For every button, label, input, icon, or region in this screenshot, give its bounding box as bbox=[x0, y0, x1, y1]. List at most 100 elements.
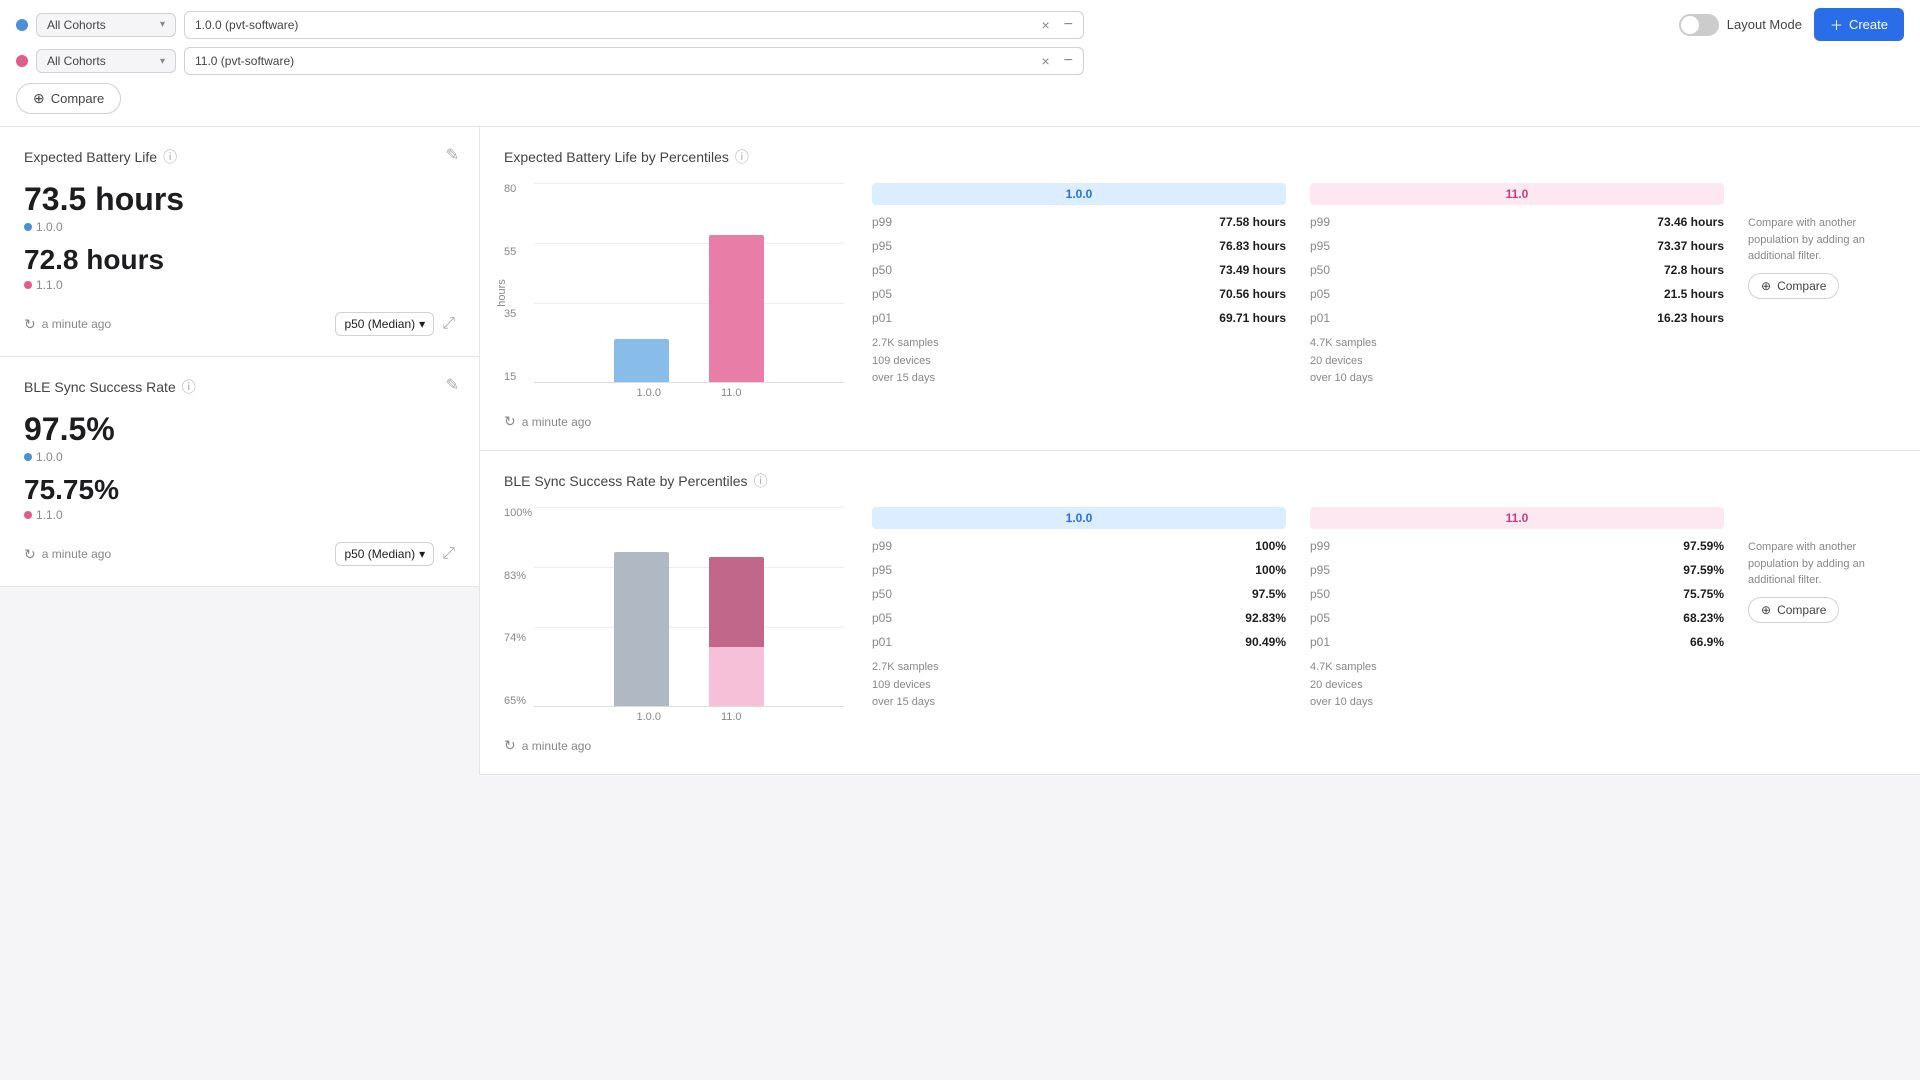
cohort2-arrow-icon: ▾ bbox=[160, 56, 165, 67]
battery-life-title: Expected Battery Life ⓘ bbox=[24, 147, 455, 167]
battery-life-value1: 73.5 hours bbox=[24, 181, 455, 218]
battery-stat-p99-1: p99 77.58 hours bbox=[872, 213, 1286, 231]
battery-compare-text: Compare with another population by addin… bbox=[1748, 215, 1884, 265]
battery-compare-section: Compare with another population by addin… bbox=[1736, 183, 1896, 403]
cohort2-remove-icon[interactable]: × bbox=[1041, 53, 1049, 69]
battery-compare-btn[interactable]: ⊕ Compare bbox=[1748, 273, 1839, 299]
battery-chart-info-icon[interactable]: ⓘ bbox=[735, 147, 749, 167]
ble-stat-meta-2: 4.7K samples 20 devices over 10 days bbox=[1310, 659, 1724, 712]
layout-mode-label: Layout Mode bbox=[1727, 17, 1802, 32]
battery-stat-p50-2: p50 72.8 hours bbox=[1310, 261, 1724, 279]
battery-percentile-select[interactable]: p50 (Median) ▾ bbox=[335, 312, 434, 336]
ble-stats-col-2: 11.0 p99 97.59% p95 97.59% p50 75.75% bbox=[1298, 507, 1736, 727]
cohort1-version-label: 1.0.0 (pvt-software) bbox=[195, 18, 298, 32]
battery-bar-chart: hours 80 55 35 15 bbox=[504, 183, 844, 403]
ble-chart-footer: ↻ a minute ago bbox=[504, 737, 1896, 754]
cohort1-dot bbox=[16, 19, 28, 31]
percentile-arrow-icon: ▾ bbox=[419, 317, 425, 331]
cohort1-collapse-icon[interactable]: − bbox=[1064, 16, 1073, 34]
battery-stat-p05-2: p05 21.5 hours bbox=[1310, 285, 1724, 303]
create-button[interactable]: ＋ Create bbox=[1814, 8, 1904, 41]
ble-bar-chart: 100% 83% 74% 65% bbox=[504, 507, 844, 727]
cohort2-select[interactable]: All Cohorts ▾ bbox=[36, 49, 176, 73]
ble-stat-p99-2: p99 97.59% bbox=[1310, 537, 1724, 555]
ble-stat-p95-1: p95 100% bbox=[872, 561, 1286, 579]
battery-x-labels: 1.0.0 11.0 bbox=[534, 387, 844, 399]
refresh-icon: ↻ bbox=[24, 316, 36, 333]
ble-stats-header-2: 11.0 bbox=[1310, 507, 1724, 529]
layout-mode-toggle[interactable] bbox=[1679, 14, 1719, 36]
ble-percentile-select[interactable]: p50 (Median) ▾ bbox=[335, 542, 434, 566]
battery-life-footer: ↻ a minute ago p50 (Median) ▾ ⤢ bbox=[24, 312, 455, 336]
cohort2-version-label: 11.0 (pvt-software) bbox=[195, 54, 294, 68]
ble-compare-text: Compare with another population by addin… bbox=[1748, 539, 1884, 589]
battery-life-edit-icon[interactable]: ✎ bbox=[446, 145, 459, 165]
battery-y-labels: 80 55 35 15 bbox=[504, 183, 529, 403]
ble-chart-refresh-icon: ↻ bbox=[504, 737, 516, 754]
cohort1-remove-icon[interactable]: × bbox=[1041, 17, 1049, 33]
compare-label: Compare bbox=[51, 91, 104, 106]
ble-compare-btn-label: Compare bbox=[1777, 603, 1826, 617]
battery-chart-footer: ↻ a minute ago bbox=[504, 413, 1896, 430]
ble-chart-card: BLE Sync Success Rate by Percentiles ⓘ 1… bbox=[480, 451, 1920, 775]
ble-chart-title: BLE Sync Success Rate by Percentiles ⓘ bbox=[504, 471, 1896, 491]
battery-dot-pink bbox=[24, 281, 32, 289]
ble-stats-col-1: 1.0.0 p99 100% p95 100% p50 97.5% bbox=[860, 507, 1298, 727]
compare-button[interactable]: ⊕ Compare bbox=[16, 83, 121, 114]
battery-life-info-icon[interactable]: ⓘ bbox=[163, 147, 177, 167]
ble-chart-info-icon[interactable]: ⓘ bbox=[754, 471, 768, 491]
cohort2-dot bbox=[16, 55, 28, 67]
cohort1-select[interactable]: All Cohorts ▾ bbox=[36, 13, 176, 37]
battery-stat-p05-1: p05 70.56 hours bbox=[872, 285, 1286, 303]
ble-x-labels: 1.0.0 11.0 bbox=[534, 711, 844, 723]
battery-life-sub2: 1.1.0 bbox=[24, 278, 455, 292]
ble-sync-card: BLE Sync Success Rate ⓘ ✎ 97.5% 1.0.0 75… bbox=[0, 357, 479, 587]
battery-stat-p01-1: p01 69.71 hours bbox=[872, 309, 1286, 327]
ble-dot-pink bbox=[24, 511, 32, 519]
battery-stat-meta-2: 4.7K samples 20 devices over 10 days bbox=[1310, 335, 1724, 388]
battery-chart-title: Expected Battery Life by Percentiles ⓘ bbox=[504, 147, 1896, 167]
ble-x-axis bbox=[534, 706, 844, 707]
ble-stat-p05-1: p05 92.83% bbox=[872, 609, 1286, 627]
ble-chart-refresh-time: a minute ago bbox=[522, 739, 591, 753]
ble-sub2: 1.1.0 bbox=[24, 508, 455, 522]
ble-info-icon[interactable]: ⓘ bbox=[182, 377, 196, 397]
ble-stat-meta-1: 2.7K samples 109 devices over 15 days bbox=[872, 659, 1286, 712]
ble-stat-p01-2: p01 66.9% bbox=[1310, 633, 1724, 651]
cohort1-arrow-icon: ▾ bbox=[160, 19, 165, 30]
right-panel: Expected Battery Life by Percentiles ⓘ h… bbox=[480, 127, 1920, 775]
left-panel: Expected Battery Life ⓘ ✎ 73.5 hours 1.0… bbox=[0, 127, 480, 775]
battery-life-sub1: 1.0.0 bbox=[24, 220, 455, 234]
battery-chart-refresh-time: a minute ago bbox=[522, 415, 591, 429]
ble-sync-title: BLE Sync Success Rate ⓘ bbox=[24, 377, 455, 397]
battery-stat-p50-1: p50 73.49 hours bbox=[872, 261, 1286, 279]
toggle-knob bbox=[1681, 16, 1699, 34]
battery-chart-card: Expected Battery Life by Percentiles ⓘ h… bbox=[480, 127, 1920, 451]
battery-stat-p95-2: p95 73.37 hours bbox=[1310, 237, 1724, 255]
battery-stat-p95-1: p95 76.83 hours bbox=[872, 237, 1286, 255]
cohort2-select-label: All Cohorts bbox=[47, 54, 106, 68]
ble-expand-icon[interactable]: ⤢ bbox=[442, 545, 455, 563]
ble-edit-icon[interactable]: ✎ bbox=[446, 375, 459, 395]
battery-stat-p99-2: p99 73.46 hours bbox=[1310, 213, 1724, 231]
layout-mode-toggle-area: Layout Mode bbox=[1679, 14, 1802, 36]
ble-compare-btn[interactable]: ⊕ Compare bbox=[1748, 597, 1839, 623]
ble-bar-1-1-0 bbox=[709, 557, 764, 707]
cohort-row-1: All Cohorts ▾ 1.0.0 (pvt-software) × − L… bbox=[16, 8, 1904, 41]
main-content: Expected Battery Life ⓘ ✎ 73.5 hours 1.0… bbox=[0, 127, 1920, 775]
battery-x-axis bbox=[534, 382, 844, 383]
battery-chart-refresh-icon: ↻ bbox=[504, 413, 516, 430]
battery-life-value2: 72.8 hours bbox=[24, 244, 455, 276]
ble-bars bbox=[534, 507, 844, 707]
cohort-row-2: All Cohorts ▾ 11.0 (pvt-software) × − bbox=[16, 47, 1904, 75]
cohort2-collapse-icon[interactable]: − bbox=[1064, 52, 1073, 70]
cohort2-version-tag: 11.0 (pvt-software) × − bbox=[184, 47, 1084, 75]
ble-stat-p01-1: p01 90.49% bbox=[872, 633, 1286, 651]
battery-expand-icon[interactable]: ⤢ bbox=[442, 315, 455, 333]
create-label: Create bbox=[1849, 17, 1888, 32]
battery-bar-1-1-0 bbox=[709, 235, 764, 383]
create-plus-icon: ＋ bbox=[1830, 15, 1843, 34]
battery-stats-header-2: 11.0 bbox=[1310, 183, 1724, 205]
battery-stat-meta-1: 2.7K samples 109 devices over 15 days bbox=[872, 335, 1286, 388]
ble-stat-p50-2: p50 75.75% bbox=[1310, 585, 1724, 603]
